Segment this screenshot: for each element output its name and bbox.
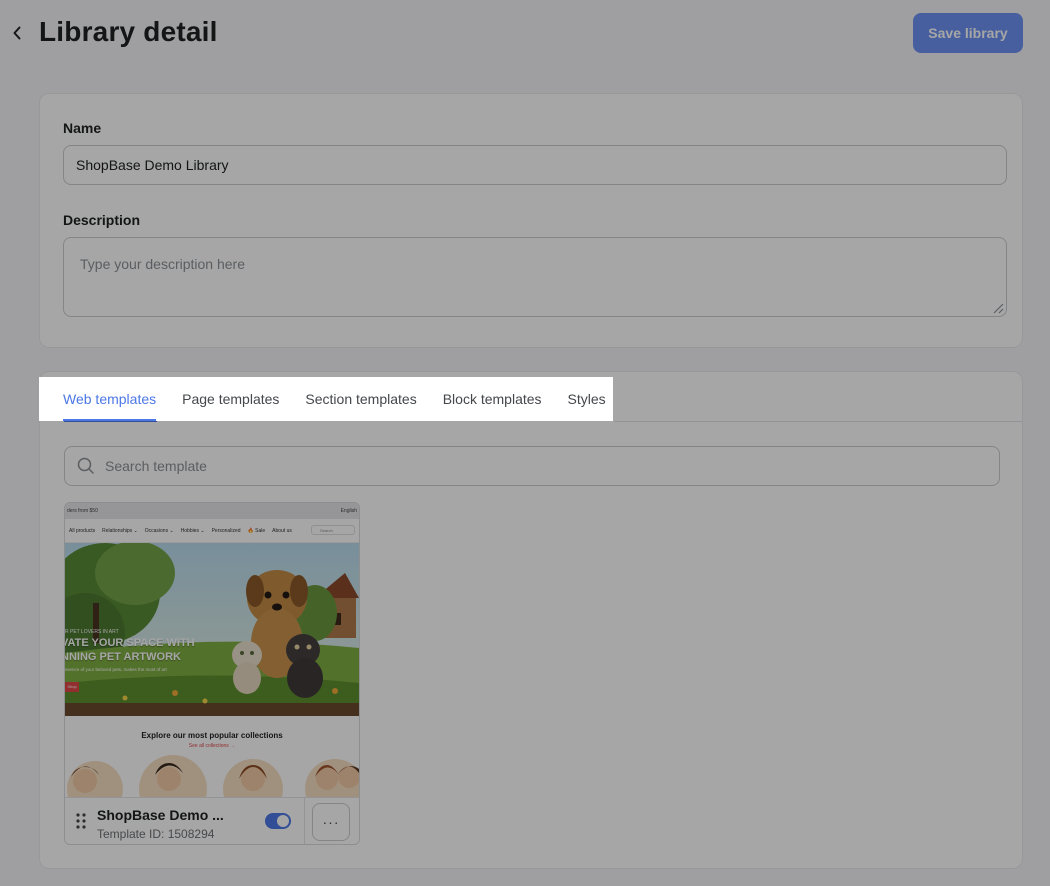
chevron-left-icon	[13, 26, 21, 40]
tab-page-templates-highlight[interactable]: Page templates	[182, 377, 279, 421]
thumb-nav-item: Personalized	[211, 528, 241, 534]
template-name: ShopBase Demo ...	[97, 807, 224, 823]
description-textarea[interactable]: Type your description here	[63, 237, 1007, 317]
thumb-nav-item: Occasions ⌄	[144, 528, 174, 534]
more-actions-button[interactable]: ···	[312, 803, 350, 841]
thumb-topbar: ders from $50 English	[65, 503, 359, 519]
name-label: Name	[63, 120, 102, 136]
search-input[interactable]	[105, 458, 985, 474]
page-title: Library detail	[39, 16, 218, 47]
name-input[interactable]: ShopBase Demo Library	[63, 145, 1007, 185]
thumb-nav-item: Hobbies ⌄	[180, 528, 205, 534]
tab-section-templates-highlight[interactable]: Section templates	[305, 377, 416, 421]
search-icon	[77, 457, 94, 474]
description-placeholder: Type your description here	[80, 256, 245, 272]
tabs-highlight: Web templates Page templates Section tem…	[39, 377, 613, 421]
template-card-footer: ShopBase Demo ... Template ID: 1508294 ·…	[65, 797, 359, 844]
template-id: Template ID: 1508294	[97, 827, 215, 841]
footer-divider	[304, 798, 305, 844]
name-input-value: ShopBase Demo Library	[76, 157, 229, 173]
back-button[interactable]	[8, 22, 26, 44]
thumb-nav-item: Relationships ⌄	[102, 528, 138, 534]
thumb-hero-title-line: NNING PET ARTWORK	[65, 651, 181, 663]
thumb-nav-item: All products	[69, 528, 96, 534]
thumb-collection-illustrations	[67, 755, 359, 797]
search-box[interactable]	[64, 446, 1000, 486]
thumb-topbar-left: ders from $50	[67, 508, 98, 514]
thumb-hero-image: R PET LOVERS IN ART VATE YOUR SPACE WITH…	[65, 543, 359, 716]
template-thumbnail[interactable]: ders from $50 English All products Relat…	[65, 503, 359, 797]
save-library-button[interactable]: Save library	[913, 13, 1023, 53]
drag-handle-icon[interactable]	[75, 812, 87, 830]
template-card[interactable]: ders from $50 English All products Relat…	[64, 502, 360, 845]
thumb-nav-item: About us	[272, 528, 292, 534]
library-info-card: Name ShopBase Demo Library Description T…	[39, 93, 1023, 348]
tab-block-templates-highlight[interactable]: Block templates	[443, 377, 542, 421]
thumb-hero-title-line: VATE YOUR SPACE WITH	[65, 637, 195, 649]
thumb-nav-items: All products Relationships ⌄ Occasions ⌄…	[69, 528, 292, 534]
thumb-explore-title: Explore our most popular collections	[141, 731, 283, 740]
description-label: Description	[63, 212, 141, 228]
page-header: Library detail Save library	[0, 0, 1050, 70]
templates-card: Web templates Page templates Section tem…	[39, 371, 1023, 869]
thumb-search: Search	[311, 525, 355, 535]
thumb-hero-title: VATE YOUR SPACE WITH NNING PET ARTWORK	[65, 636, 195, 664]
thumb-hero-pretitle: R PET LOVERS IN ART	[65, 629, 119, 635]
resize-handle-icon[interactable]	[990, 300, 1004, 314]
tab-web-templates-highlight[interactable]: Web templates	[63, 377, 157, 421]
thumb-hero-subtitle: ssence of your beloved pets, makes the m…	[65, 667, 167, 672]
thumb-nav: All products Relationships ⌄ Occasions ⌄…	[65, 519, 359, 543]
thumb-hero-button: Shop	[65, 682, 79, 692]
template-enabled-toggle[interactable]	[265, 813, 291, 829]
thumb-nav-item: 🔥 Sale	[247, 528, 266, 534]
thumb-topbar-right: English	[340, 508, 357, 514]
tab-styles-highlight[interactable]: Styles	[568, 377, 606, 421]
thumb-explore-link: See all collections →	[188, 743, 236, 749]
